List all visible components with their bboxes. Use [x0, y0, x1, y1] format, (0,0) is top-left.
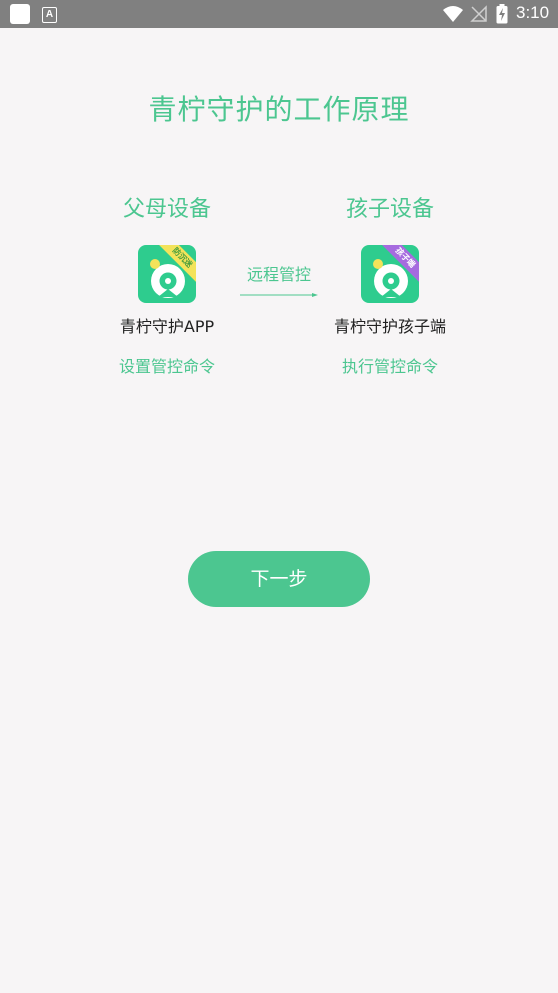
parent-device-title: 父母设备	[122, 197, 211, 222]
child-command: 执行管控命令	[341, 357, 438, 376]
parent-command: 设置管控命令	[118, 357, 215, 376]
wifi-icon	[443, 6, 463, 22]
parent-app-icon: 防沉迷	[138, 245, 196, 303]
next-step-button[interactable]: 下一步	[188, 551, 370, 607]
child-device-column: 孩子设备 孩子端 青柠守护孩子端 执行管控命令	[290, 194, 490, 379]
parent-app-name: 青柠守护APP	[119, 317, 215, 336]
no-signal-icon	[470, 5, 487, 22]
child-device-title: 孩子设备	[345, 197, 434, 222]
page-title: 青柠守护的工作原理	[148, 93, 410, 126]
a-notification-icon: A	[42, 7, 57, 23]
status-time: 3:10	[516, 3, 550, 22]
app-square-icon	[10, 4, 30, 24]
child-app-icon: 孩子端	[361, 245, 419, 303]
status-bar: A 3:10	[0, 0, 558, 28]
parent-device-column: 父母设备 防沉迷 青柠守护APP 设置管控命令	[67, 194, 267, 379]
child-app-name: 青柠守护孩子端	[333, 317, 446, 336]
battery-charging-icon	[496, 4, 508, 24]
